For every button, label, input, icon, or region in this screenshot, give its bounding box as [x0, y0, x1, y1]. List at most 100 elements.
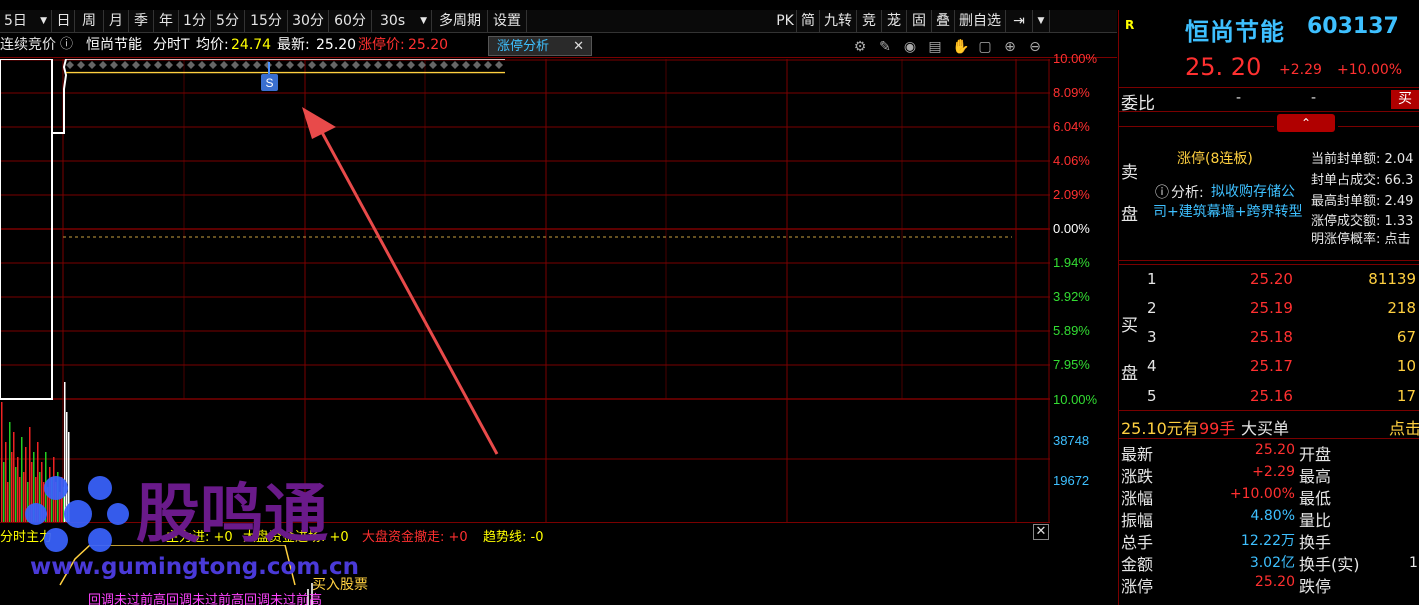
settings-button[interactable]: 设置	[488, 10, 527, 32]
bid-volume: 218	[1387, 299, 1416, 317]
quote-field-label: 涨停	[1121, 577, 1154, 596]
volume-label: 19672	[1053, 473, 1090, 488]
quote-field-label: 最新	[1121, 445, 1154, 464]
gear-icon[interactable]: ⚙	[852, 39, 868, 55]
eye-icon[interactable]: ◉	[902, 39, 918, 55]
quote-field-value: 4.80%	[1250, 508, 1295, 524]
quote-field-label: 金额	[1121, 555, 1154, 574]
bid-level: 5	[1147, 387, 1157, 405]
tab-limit-analysis[interactable]: 涨停分析 ✕	[488, 36, 592, 56]
quote-field-value: +10.00%	[1229, 486, 1295, 502]
period-30min-button[interactable]: 30分	[288, 10, 329, 32]
bid-volume: 17	[1396, 387, 1416, 405]
buy-button[interactable]: 买	[1391, 90, 1419, 109]
latest-price-label: 最新:	[277, 37, 310, 53]
big-order-price: 25.10元有	[1121, 419, 1199, 438]
period-5min-button[interactable]: 5分	[211, 10, 245, 32]
volume-bar	[9, 422, 11, 522]
overlay-button[interactable]: 叠	[932, 10, 955, 32]
divider	[1119, 260, 1419, 261]
divider	[1119, 438, 1419, 439]
chart-type-label: 分时T	[153, 37, 190, 53]
period-week-button[interactable]: 周	[75, 10, 104, 32]
close-icon[interactable]: ✕	[1033, 524, 1049, 540]
pct-label: 10.00%	[1053, 392, 1098, 407]
quote-field-label-2: 跌停	[1299, 577, 1332, 596]
period-day-button[interactable]: 日	[53, 10, 75, 32]
quote-field-value: 12.22万	[1240, 533, 1295, 549]
pen-icon[interactable]: ✎	[877, 39, 893, 55]
quote-field-label: 涨幅	[1121, 489, 1154, 508]
period-month-button[interactable]: 月	[104, 10, 129, 32]
chart-background	[0, 59, 1050, 522]
period-30s-value: 30s	[380, 13, 406, 29]
bid-level: 2	[1147, 299, 1157, 317]
chevron-down-icon: ▼	[420, 16, 427, 26]
quote-field-label-2: 换手	[1299, 533, 1332, 552]
simple-button[interactable]: 简	[797, 10, 820, 32]
quote-field-label: 总手	[1121, 533, 1154, 552]
pct-label: 4.06%	[1053, 153, 1090, 168]
quote-field-value: 25.20	[1254, 442, 1295, 458]
bid-price: 25.16	[1250, 387, 1293, 405]
bid-price: 25.17	[1250, 357, 1293, 375]
period-year-button[interactable]: 年	[154, 10, 179, 32]
zoom-in-icon[interactable]: ⊕	[1002, 39, 1018, 55]
period-season-button[interactable]: 季	[129, 10, 154, 32]
volume-bar	[1, 402, 3, 522]
weibi-value: -	[1236, 90, 1242, 106]
limit-probability-link[interactable]: 明涨停概率: 点击	[1311, 228, 1411, 247]
intraday-chart[interactable]: S	[0, 59, 1050, 522]
turnover-real-value: 1	[1409, 555, 1418, 571]
divider	[1119, 111, 1419, 112]
analysis-text[interactable]: 拟收购存储公司+建筑幕墙+跨界转型	[1153, 182, 1307, 222]
exit-icon[interactable]: ⇥	[1006, 10, 1033, 32]
bid-volume: 10	[1396, 357, 1416, 375]
chevron-up-icon[interactable]: ⌃	[1277, 114, 1335, 132]
divider	[1119, 264, 1419, 265]
multi-period-button[interactable]: 多周期	[433, 10, 488, 32]
chevron-down-icon[interactable]: ▼	[1033, 10, 1050, 32]
pct-label: 6.04%	[1053, 119, 1090, 134]
close-icon[interactable]: ✕	[573, 37, 584, 57]
limit-up-status: 涨停(8连板)	[1177, 151, 1253, 167]
period-60min-button[interactable]: 60分	[329, 10, 372, 32]
seal-stat: 涨停成交额: 1.33	[1311, 214, 1414, 229]
hand-icon[interactable]: ✋	[952, 39, 969, 55]
watermark-logo-icon: 股鸣通 www.gumingtong.com.cn	[25, 476, 359, 580]
volume-bar	[13, 432, 15, 522]
period-15min-button[interactable]: 15分	[245, 10, 288, 32]
zoom-out-icon[interactable]: ⊖	[1027, 39, 1043, 55]
chevron-down-icon: ▼	[40, 16, 47, 26]
big-order-label: 大买单	[1241, 419, 1290, 438]
toolbox-icon[interactable]: ▤	[927, 39, 943, 55]
fixed-button[interactable]: 固	[907, 10, 932, 32]
seal-stat: 当前封单额: 2.04	[1311, 152, 1414, 167]
current-price: 25. 20	[1185, 53, 1262, 81]
period-30s-select[interactable]: 30s ▼	[372, 10, 432, 32]
watermark-brand: 股鸣通	[136, 477, 328, 552]
info-icon[interactable]: ⓘ	[60, 33, 73, 57]
signal-s-label: S	[265, 76, 273, 90]
pct-label: 10.00%	[1053, 51, 1098, 66]
pct-label: 3.92%	[1053, 289, 1090, 304]
cage-button[interactable]: 茏	[882, 10, 907, 32]
nine-turn-button[interactable]: 九转	[820, 10, 857, 32]
big-order-qty: 99手	[1199, 419, 1236, 438]
sell-side-label: 卖盘	[1121, 163, 1138, 225]
volume-bar	[7, 482, 9, 522]
bid-price: 25.18	[1250, 328, 1293, 346]
period-select[interactable]: 5日 ▼	[0, 10, 52, 32]
quote-field-value: +2.29	[1252, 464, 1295, 480]
bid-button[interactable]: 竞	[857, 10, 882, 32]
pk-button[interactable]: PK	[774, 10, 797, 32]
lock-icon[interactable]: ▢	[977, 39, 993, 55]
period-toolbar: 5日 ▼ 日 周 月 季 年 1分 5分 15分 30分 60分 30s ▼ 多…	[0, 10, 1117, 33]
remove-watchlist-button[interactable]: 删自选	[955, 10, 1006, 32]
pct-label: 2.09%	[1053, 187, 1090, 202]
period-1min-button[interactable]: 1分	[179, 10, 211, 32]
divider	[1119, 87, 1419, 88]
quote-field-label-2: 开盘	[1299, 445, 1332, 464]
quote-panel: R 恒尚节能 603137 25. 20 +2.29 +10.00% 委比 - …	[1118, 10, 1419, 605]
big-order-click[interactable]: 点击	[1389, 415, 1419, 439]
